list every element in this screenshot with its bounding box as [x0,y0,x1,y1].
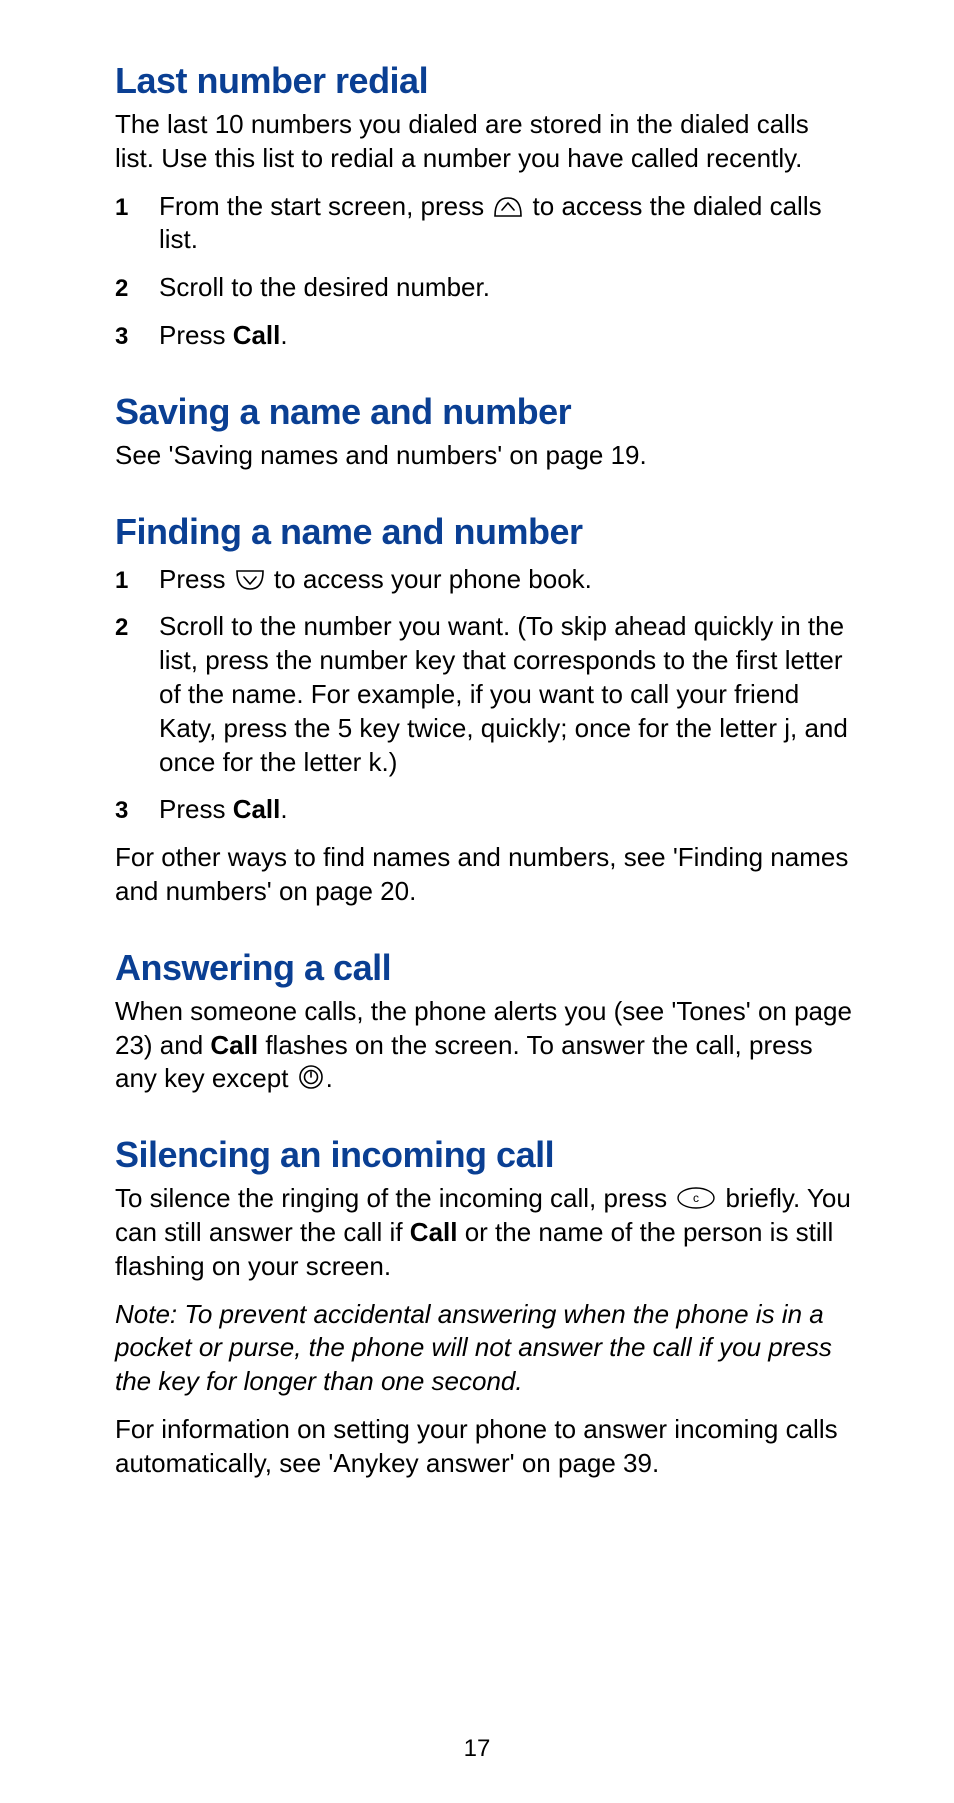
finding-steps: Press to access your phone book. Scroll … [115,563,854,828]
call-label: Call [233,320,281,350]
silencing-after: For information on setting your phone to… [115,1413,854,1481]
section-finding: Finding a name and number Press to acces… [115,511,854,909]
silencing-note: Note: To prevent accidental answering wh… [115,1298,854,1399]
finding-step-2: Scroll to the number you want. (To skip … [115,610,854,779]
text: Press [159,794,233,824]
answering-body: When someone calls, the phone alerts you… [115,995,854,1096]
call-label: Call [210,1030,258,1060]
power-key-icon [298,1064,324,1090]
text: . [280,320,287,350]
page-number: 17 [0,1735,954,1763]
text: Press [159,564,233,594]
call-label: Call [233,794,281,824]
text: Press [159,320,233,350]
scroll-down-icon [235,569,265,591]
heading-answering: Answering a call [115,947,854,989]
heading-redial: Last number redial [115,60,854,102]
heading-saving: Saving a name and number [115,391,854,433]
redial-intro: The last 10 numbers you dialed are store… [115,108,854,176]
call-label: Call [410,1217,458,1247]
section-last-number-redial: Last number redial The last 10 numbers y… [115,60,854,353]
silencing-body: To silence the ringing of the incoming c… [115,1182,854,1283]
clear-key-icon: c [676,1186,716,1210]
redial-step-2: Scroll to the desired number. [115,271,854,305]
redial-steps: From the start screen, press to access t… [115,190,854,353]
svg-text:c: c [693,1191,699,1205]
section-saving: Saving a name and number See 'Saving nam… [115,391,854,473]
text: . [280,794,287,824]
section-answering: Answering a call When someone calls, the… [115,947,854,1096]
heading-finding: Finding a name and number [115,511,854,553]
heading-silencing: Silencing an incoming call [115,1134,854,1176]
manual-page: Last number redial The last 10 numbers y… [0,0,954,1803]
text: to access your phone book. [267,564,592,594]
finding-step-1: Press to access your phone book. [115,563,854,597]
saving-body: See 'Saving names and numbers' on page 1… [115,439,854,473]
finding-after: For other ways to find names and numbers… [115,841,854,909]
finding-step-3: Press Call. [115,793,854,827]
text: From the start screen, press [159,191,491,221]
text: . [326,1063,333,1093]
text: To silence the ringing of the incoming c… [115,1183,674,1213]
section-silencing: Silencing an incoming call To silence th… [115,1134,854,1480]
scroll-up-icon [493,196,523,218]
redial-step-3: Press Call. [115,319,854,353]
redial-step-1: From the start screen, press to access t… [115,190,854,258]
